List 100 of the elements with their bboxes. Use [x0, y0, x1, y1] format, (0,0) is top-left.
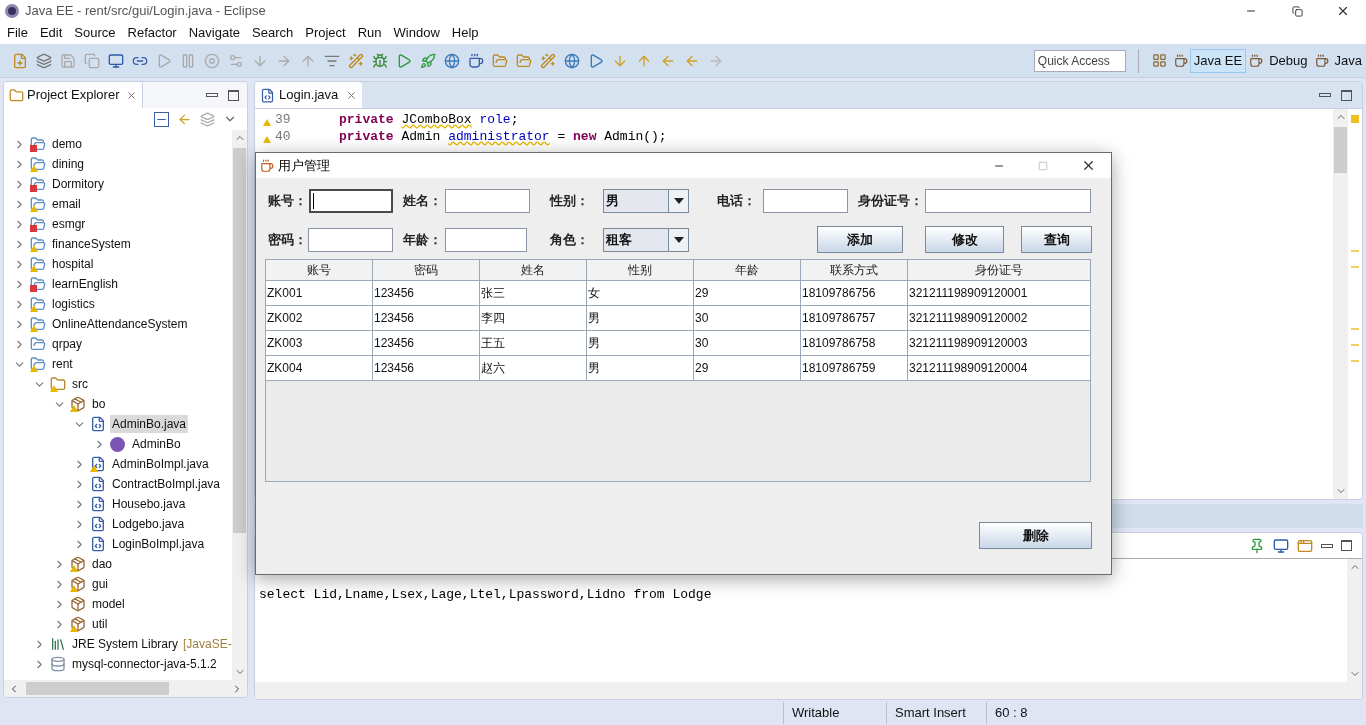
perspective-icon[interactable]: [1314, 53, 1329, 68]
action-button[interactable]: 修改: [925, 226, 1004, 253]
tree-item[interactable]: Lodgebo.java: [110, 515, 187, 533]
collapse-all-icon[interactable]: [154, 111, 169, 127]
combo-box[interactable]: 男: [603, 189, 689, 213]
tree-item[interactable]: logistics: [50, 295, 97, 313]
menu-item[interactable]: Help: [445, 23, 485, 43]
tree-item[interactable]: AdminBoImpl.java: [110, 455, 211, 473]
column-header[interactable]: 性别: [587, 260, 694, 280]
close-icon[interactable]: [126, 89, 138, 101]
minimize-view-icon[interactable]: [1321, 543, 1333, 548]
scrollbar-thumb[interactable]: [233, 148, 246, 533]
tree-item[interactable]: OnlineAttendanceSystem: [50, 315, 190, 333]
table-cell-text: 321211198909120002: [908, 310, 1029, 327]
tree-item[interactable]: AdminBo: [130, 435, 183, 453]
combo-box[interactable]: 租客: [603, 227, 689, 252]
tree-item[interactable]: Dormitory: [50, 175, 106, 193]
scrollbar-thumb[interactable]: [26, 682, 169, 695]
tree-item[interactable]: learnEnglish: [50, 275, 121, 293]
tree-item[interactable]: model: [90, 595, 127, 613]
close-icon[interactable]: [346, 89, 358, 101]
project-folder-icon: [30, 196, 46, 212]
menu-item[interactable]: Refactor: [121, 23, 183, 43]
field-label: 角色：: [550, 230, 590, 249]
delete-button[interactable]: 删除: [979, 522, 1092, 549]
java-file-icon: [90, 456, 106, 472]
tree-item[interactable]: financeSystem: [50, 235, 133, 253]
maximize-view-icon[interactable]: [1341, 89, 1352, 101]
tree-item[interactable]: mysql-connector-java-5.1.2: [70, 655, 219, 673]
pin-console-icon[interactable]: [1249, 537, 1265, 554]
tree-item[interactable]: dao: [90, 555, 115, 573]
perspective-button[interactable]: Java: [1330, 48, 1366, 73]
tree-item[interactable]: ContractBoImpl.java: [110, 475, 223, 493]
tree-item[interactable]: util: [90, 615, 110, 633]
menu-item[interactable]: Window: [387, 23, 446, 43]
input-field[interactable]: [445, 227, 527, 252]
column-header[interactable]: 姓名: [480, 260, 587, 280]
menu-item[interactable]: Run: [351, 23, 388, 43]
java-file-icon: [90, 476, 106, 492]
display-console-icon[interactable]: [1273, 537, 1289, 554]
maximize-view-icon[interactable]: [228, 89, 239, 101]
input-field[interactable]: [925, 189, 1091, 213]
menu-item[interactable]: Search: [246, 23, 300, 43]
input-field[interactable]: [309, 189, 393, 213]
field-label: 电话：: [717, 192, 757, 211]
dropdown-arrow-icon: [673, 198, 684, 204]
perspective-button[interactable]: Debug: [1265, 48, 1312, 73]
tree-item[interactable]: email: [50, 195, 83, 213]
tree-item[interactable]: gui: [90, 575, 110, 593]
table-cell: 女: [587, 281, 694, 305]
link-with-editor-icon[interactable]: [177, 111, 192, 127]
input-field[interactable]: [445, 189, 530, 213]
tree-item[interactable]: rent: [50, 355, 75, 373]
tree-item[interactable]: demo: [50, 135, 85, 153]
minimize-view-icon[interactable]: [1319, 93, 1331, 97]
filter-icon[interactable]: [200, 111, 215, 127]
perspective-icon[interactable]: [1249, 53, 1264, 68]
project-folder-icon: [30, 136, 46, 152]
warning-ruler-mark: [1351, 115, 1359, 123]
code-token: ;: [510, 110, 519, 129]
action-button[interactable]: 查询: [1021, 226, 1092, 253]
window-title: Java EE - rent/src/gui/Login.java - Eclipse: [25, 2, 266, 21]
horizontal-scrollbar[interactable]: [255, 682, 1362, 699]
new-console-icon[interactable]: [1297, 537, 1313, 554]
project-folder-icon: [30, 336, 46, 352]
package-icon: [70, 556, 86, 572]
jar-icon: [50, 656, 66, 672]
menu-item[interactable]: Edit: [33, 23, 69, 43]
table-cell: 男: [587, 331, 694, 355]
menu-item[interactable]: File: [1, 23, 34, 43]
column-header[interactable]: 联系方式: [801, 260, 908, 280]
column-header[interactable]: 账号: [266, 260, 373, 280]
table-background[interactable]: [265, 259, 1091, 482]
maximize-view-icon[interactable]: [1341, 540, 1352, 552]
column-header[interactable]: 密码: [373, 260, 480, 280]
tree-item[interactable]: hospital: [50, 255, 96, 273]
menu-item[interactable]: Source: [68, 23, 122, 43]
table-cell: 18109786757: [801, 306, 908, 330]
tree-item[interactable]: JRE System Library: [70, 635, 181, 653]
menu-item[interactable]: Navigate: [182, 23, 246, 43]
tree-item[interactable]: esmgr: [50, 215, 88, 233]
tree-item[interactable]: src: [70, 375, 90, 393]
tree-item[interactable]: AdminBo.java: [110, 415, 189, 433]
quick-access-field[interactable]: Quick Access: [1033, 49, 1126, 72]
tree-item[interactable]: dining: [50, 155, 87, 173]
ruler-mark: [1351, 360, 1359, 362]
column-header[interactable]: 年龄: [694, 260, 801, 280]
menu-item[interactable]: Project: [299, 23, 352, 43]
tree-item[interactable]: bo: [90, 395, 108, 413]
perspective-button[interactable]: Java EE: [1189, 48, 1247, 73]
tree-item[interactable]: qrpay: [50, 335, 85, 353]
tree-item[interactable]: LoginBoImpl.java: [110, 535, 207, 553]
action-button[interactable]: 添加: [817, 226, 903, 253]
column-header[interactable]: 身份证号: [908, 260, 1089, 280]
scrollbar-thumb[interactable]: [1334, 127, 1347, 173]
minimize-view-icon[interactable]: [206, 93, 218, 97]
perspective-icon[interactable]: [1173, 53, 1188, 68]
input-field[interactable]: [308, 227, 393, 252]
input-field[interactable]: [763, 189, 848, 213]
tree-item[interactable]: Housebo.java: [110, 495, 188, 513]
